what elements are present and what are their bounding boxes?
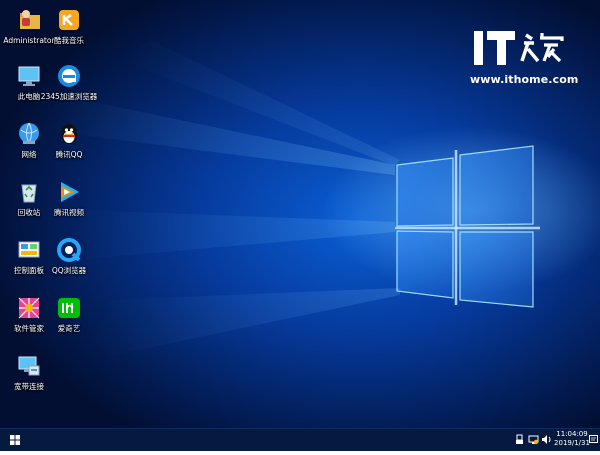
usb-device-icon[interactable] (514, 434, 525, 445)
user-folder-icon (20, 10, 40, 29)
clock-time: 11:04:09 (556, 430, 588, 438)
start-button[interactable] (0, 429, 30, 451)
network-status-icon[interactable] (528, 434, 539, 445)
desktop-icon-label: 宽带连接 (14, 382, 44, 391)
desktop-icon-2345-browser[interactable]: 2345加速浏览器 (40, 62, 98, 114)
taskbar-clock[interactable]: 11:04:09 2019/1/31 (552, 430, 592, 448)
desktop-icon-kuwo-music[interactable]: 酷我音乐 (40, 6, 98, 58)
desktop-icon-broadband-connection[interactable]: 宽带连接 (0, 352, 58, 404)
iqiyi-icon (58, 298, 80, 318)
desktop-icon-label: 2345加速浏览器 (40, 92, 98, 101)
taskbar[interactable]: 11:04:09 2019/1/31 (0, 428, 600, 451)
tencent-video-icon (61, 182, 79, 202)
clock-date: 2019/1/31 (554, 439, 590, 447)
volume-icon[interactable] (541, 434, 552, 445)
desktop-icon-qq-browser[interactable]: QQ浏览器 (40, 236, 98, 288)
desktop-icon-tencent-video[interactable]: 腾讯视频 (40, 178, 98, 230)
this-pc-icon (18, 66, 40, 86)
windows-logo-icon (10, 435, 20, 445)
desktop-icon-label: 腾讯视频 (54, 208, 84, 217)
qq-browser-icon (57, 238, 81, 262)
2345-browser-icon (58, 65, 80, 87)
watermark-url: www.ithome.com (470, 73, 579, 86)
ithome-watermark: www.ithome.com (470, 27, 579, 93)
ithome-logo (474, 31, 564, 65)
broadband-connection-icon (18, 356, 40, 376)
desktop-icon-label: QQ浏览器 (51, 266, 87, 275)
desktop-icon-label: 爱奇艺 (57, 324, 81, 333)
kuwo-music-icon (59, 10, 79, 30)
software-manager-icon (18, 297, 40, 319)
notification-icon[interactable] (588, 434, 599, 445)
network-icon (19, 122, 39, 144)
desktop-icon-iqiyi[interactable]: 爱奇艺 (40, 294, 98, 346)
desktop-icon-tencent-qq[interactable]: 腾讯QQ (40, 120, 98, 172)
desktop-icon-label: 腾讯QQ (55, 150, 83, 159)
desktop[interactable]: www.ithome.com Administrator 酷我音乐 此电脑 23… (0, 0, 600, 450)
qq-penguin-icon (61, 124, 77, 144)
recycle-bin-icon (21, 184, 37, 203)
control-panel-icon (18, 241, 40, 258)
desktop-icon-label: 酷我音乐 (54, 36, 84, 45)
